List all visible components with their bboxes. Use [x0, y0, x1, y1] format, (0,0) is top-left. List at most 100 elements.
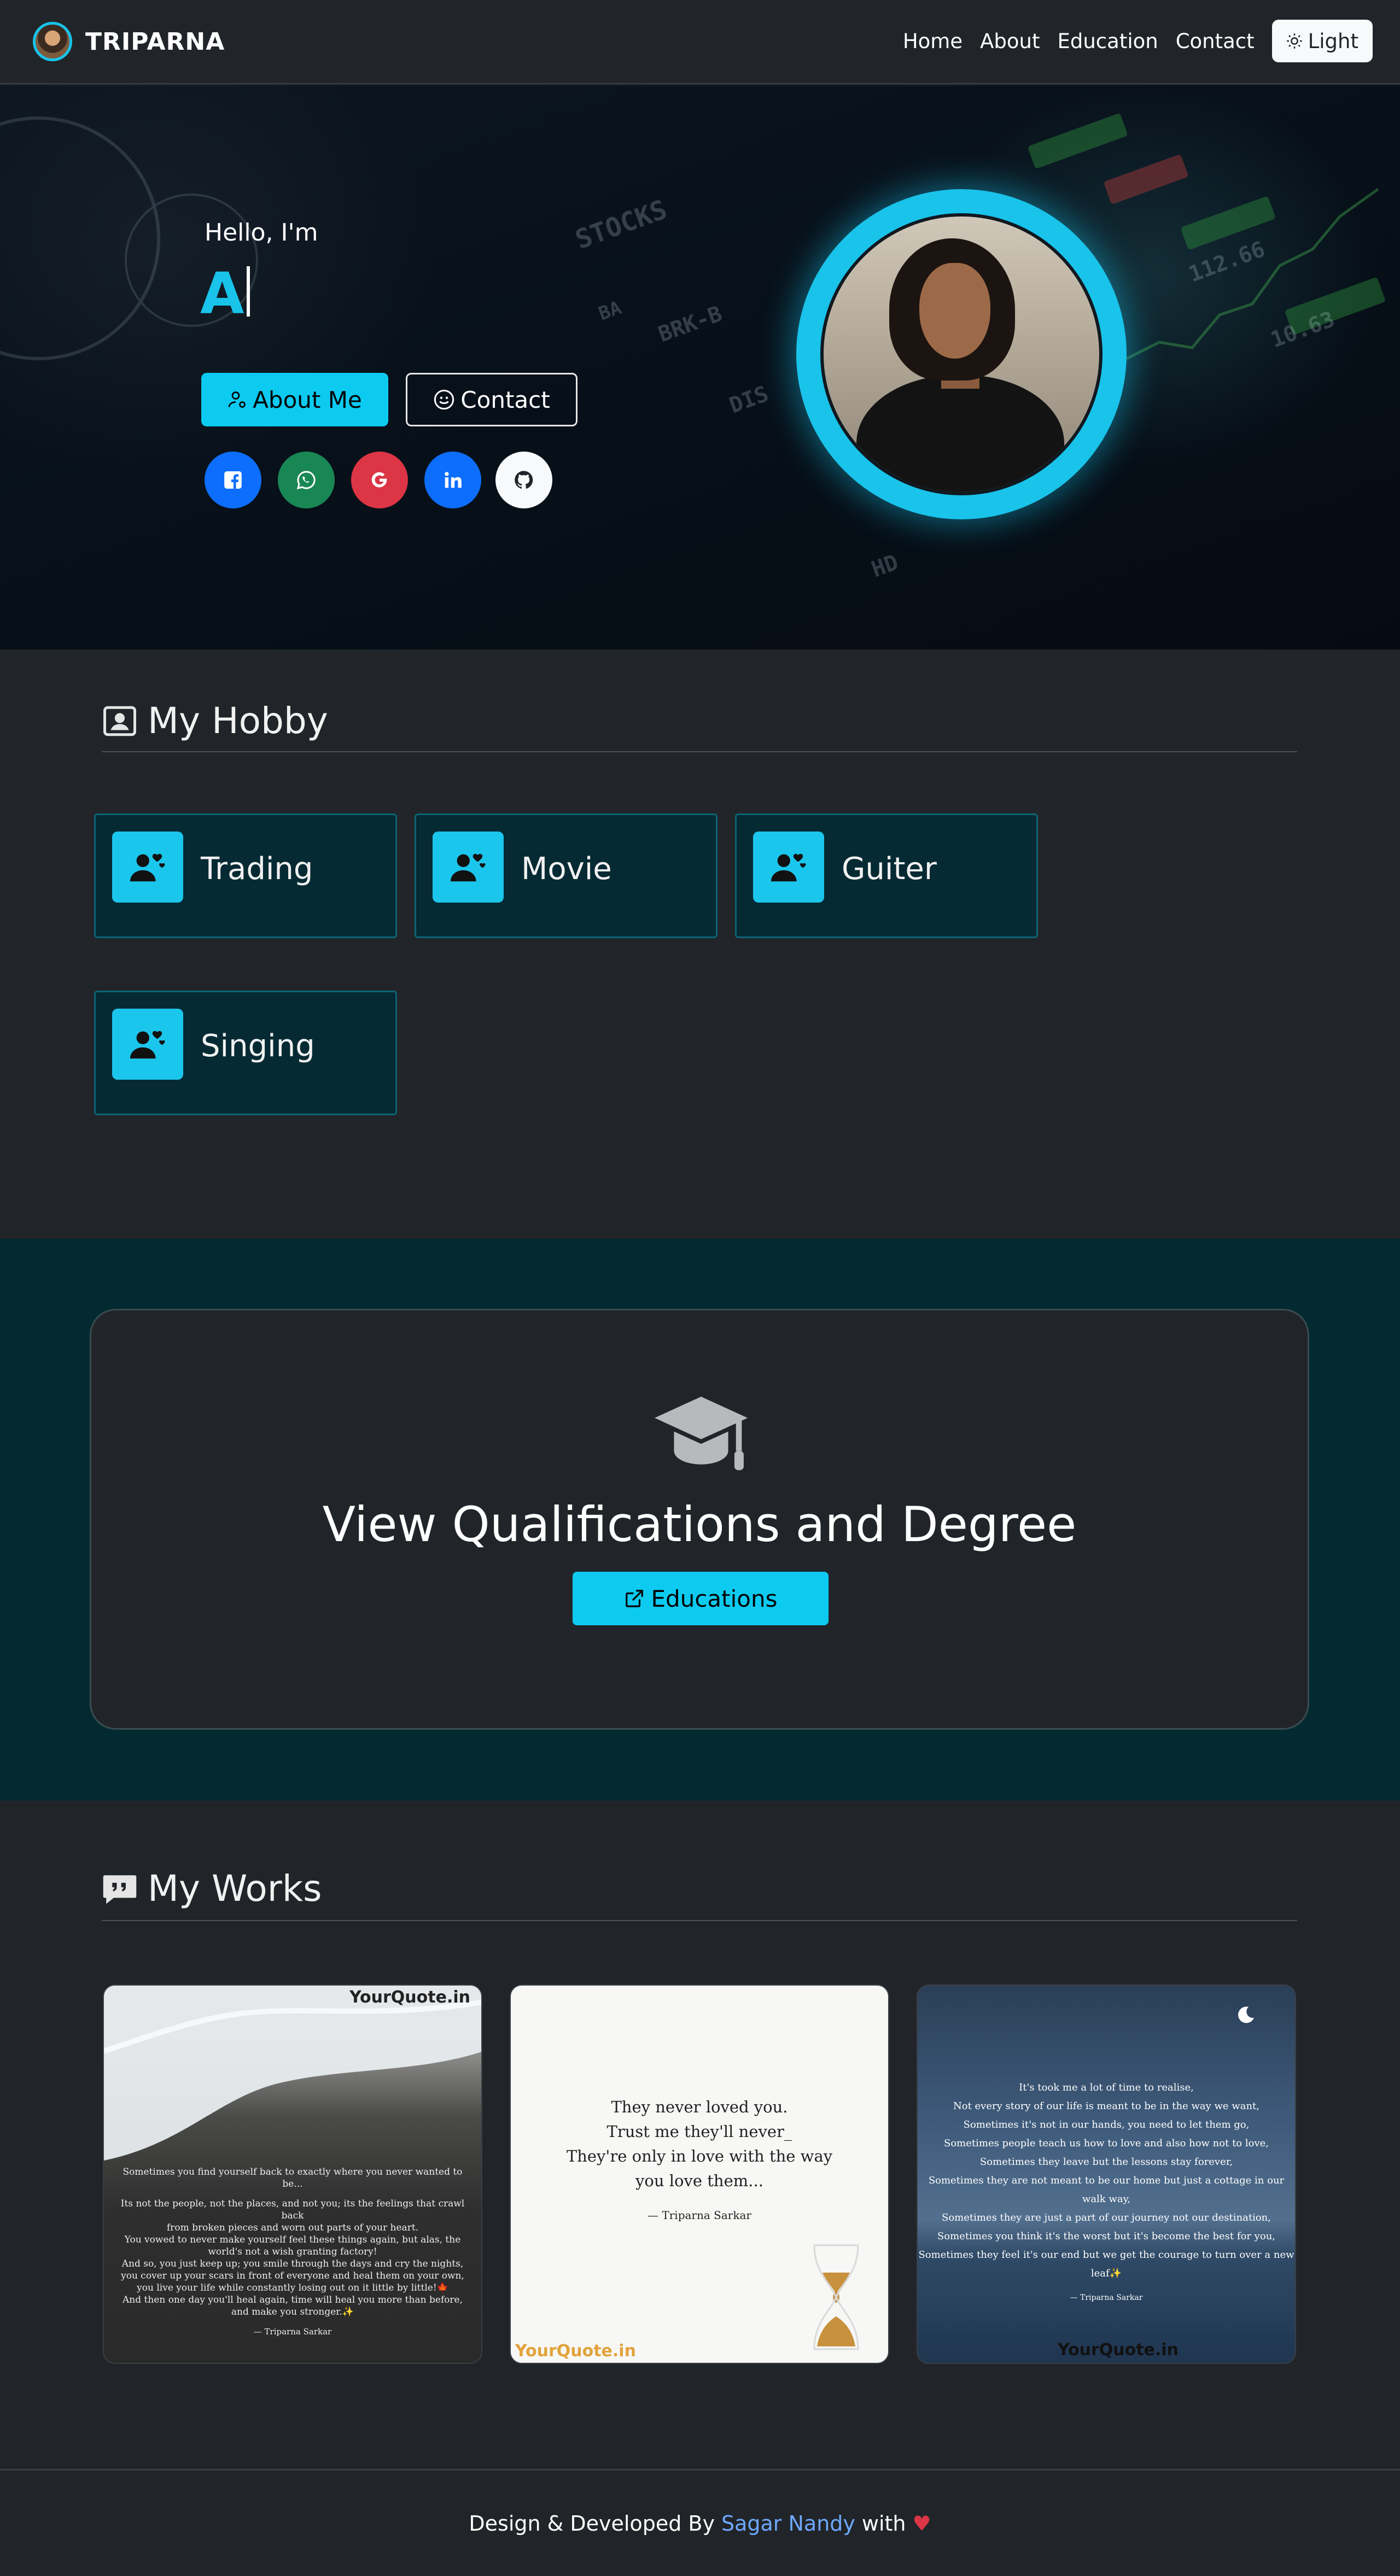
svg-text:HD: HD [868, 550, 902, 583]
quote-line [113, 2190, 472, 2198]
hero-greeting: Hello, I'm [205, 219, 318, 247]
about-me-label: About Me [253, 386, 362, 413]
theme-toggle-label: Light [1308, 29, 1358, 53]
nav-link-education[interactable]: Education [1057, 30, 1158, 53]
facebook-button[interactable] [205, 452, 261, 508]
contact-label: Contact [460, 386, 550, 413]
yourquote-watermark: YourQuote.in [349, 1988, 470, 2007]
works-title: My Works [148, 1867, 322, 1910]
whatsapp-icon [296, 471, 316, 490]
quote-line: Sometimes they leave but the lessons sta… [979, 2156, 1233, 2168]
hobby-card-guiter: Guiter [735, 813, 1038, 938]
hobby-card-movie: Movie [415, 813, 718, 938]
quote-line: and make you stronger.✨ [231, 2306, 354, 2317]
quote-line: from broken pieces and worn out parts of… [166, 2222, 419, 2233]
hobby-card-trading: Trading [94, 813, 397, 938]
brand[interactable]: TRIPARNA [33, 22, 225, 61]
quote-icon [103, 1875, 137, 1904]
hobby-label: Guiter [842, 851, 937, 887]
hobby-section-title: My Hobby [102, 700, 328, 742]
typed-text: A [200, 260, 244, 327]
github-button[interactable] [495, 452, 552, 508]
whatsapp-button[interactable] [278, 452, 335, 508]
quote-line: Sometimes they are just a part of our jo… [941, 2212, 1271, 2223]
work-card[interactable]: They never loved you. Trust me they'll n… [510, 1984, 889, 2364]
quote-line: Its not the people, not the places, and … [120, 2198, 465, 2221]
contact-button[interactable]: Contact [406, 373, 578, 426]
wave-image [104, 1986, 481, 2161]
quote-line: Sometimes you find yourself back to exac… [122, 2167, 463, 2189]
quote-line: Not every story of our life is meant to … [953, 2100, 1259, 2112]
hero-section: STOCKS BRK-B DIS BA 112.66 10.63 HD Hell… [0, 85, 1400, 649]
nav-link-home[interactable]: Home [903, 30, 962, 53]
profile-photo [820, 213, 1102, 495]
footer: Design & Developed By Sagar Nandy with ♥ [0, 2469, 1400, 2576]
person-hearts-icon [433, 832, 504, 903]
works-section-title: My Works [102, 1867, 322, 1910]
hourglass-image [813, 2244, 859, 2350]
quote-line: Trust me they'll never_ [606, 2122, 792, 2141]
linkedin-button[interactable] [424, 452, 481, 508]
footer-prefix: Design & Developed By [469, 2511, 715, 2536]
heart-icon: ♥ [912, 2511, 931, 2536]
svg-text:BA: BA [596, 297, 624, 325]
sun-icon [1286, 33, 1302, 49]
svg-text:DIS: DIS [726, 381, 772, 418]
about-me-button[interactable]: About Me [201, 373, 388, 426]
quote-line: You vowed to never make yourself feel th… [124, 2234, 461, 2245]
smile-icon [434, 389, 454, 410]
navbar: TRIPARNA Home About Education Contact Li… [0, 0, 1400, 84]
external-link-icon [625, 1590, 643, 1607]
quote-line: you love them... [635, 2171, 763, 2190]
hobby-label: Trading [201, 851, 313, 887]
person-hearts-icon [112, 1009, 183, 1080]
facebook-icon [224, 471, 242, 489]
footer-suffix: with [861, 2511, 906, 2536]
yourquote-watermark: YourQuote.in [515, 2341, 636, 2361]
education-card: View Qualifications and Degree Education… [90, 1309, 1309, 1730]
person-badge-icon [103, 706, 136, 736]
google-icon [371, 472, 387, 488]
nav-links: Home About Education Contact Light [903, 20, 1373, 62]
brand-name: TRIPARNA [85, 27, 225, 56]
quote-line: It's took me a lot of time to realise, [1019, 2082, 1194, 2093]
github-icon [515, 471, 533, 489]
quote-line: you live your life while constantly losi… [137, 2282, 448, 2293]
works-title-divider [102, 1920, 1297, 1921]
hobby-card-singing: Singing [94, 991, 397, 1115]
quote-author: — Triparna Sarkar [648, 2209, 751, 2222]
quote-line: you cover up your scars in front of ever… [121, 2270, 464, 2281]
google-button[interactable] [351, 452, 408, 508]
yourquote-watermark: YourQuote.in [1058, 2340, 1179, 2360]
hobby-title-divider [102, 751, 1297, 752]
hobby-label: Singing [201, 1028, 315, 1064]
nav-link-contact[interactable]: Contact [1176, 30, 1255, 53]
quote-author: — Triparna Sarkar [253, 2327, 332, 2337]
work-card[interactable]: It's took me a lot of time to realise, N… [917, 1984, 1296, 2364]
quote-line: Sometimes you think it's the worst but i… [937, 2230, 1276, 2242]
linkedin-icon [445, 472, 462, 488]
footer-author-link[interactable]: Sagar Nandy [721, 2511, 855, 2536]
quote-line: They're only in love with the way [566, 2147, 833, 2165]
education-title: View Qualifications and Degree [322, 1496, 1077, 1553]
hero-background: STOCKS BRK-B DIS BA 112.66 10.63 HD [0, 114, 1385, 583]
quote-author: — Triparna Sarkar [1070, 2293, 1143, 2302]
brand-avatar [33, 22, 72, 61]
educations-button[interactable]: Educations [573, 1572, 829, 1625]
person-hearts-icon [753, 832, 824, 903]
profile-photo-ring [796, 189, 1127, 519]
typing-caret [246, 266, 250, 317]
theme-toggle-button[interactable]: Light [1271, 20, 1373, 62]
svg-text:BRK-B: BRK-B [655, 301, 726, 347]
person-hearts-icon [112, 832, 183, 903]
quote-line: And then one day you'll heal again, time… [122, 2294, 463, 2305]
quote-line: Sometimes it's not in our hands, you nee… [963, 2119, 1250, 2130]
quote-line: Sometimes they are not meant to be our h… [928, 2175, 1285, 2205]
quote-line: world's not a wish granting factory! [208, 2246, 377, 2257]
nav-link-about[interactable]: About [980, 30, 1040, 53]
hobby-label: Movie [521, 851, 612, 887]
person-gear-icon [228, 391, 246, 408]
quote-line: They never loved you. [611, 2098, 788, 2116]
work-card[interactable]: YourQuote.in Sometimes you find yourself… [103, 1984, 482, 2364]
hero-typed-text: A [200, 260, 250, 327]
